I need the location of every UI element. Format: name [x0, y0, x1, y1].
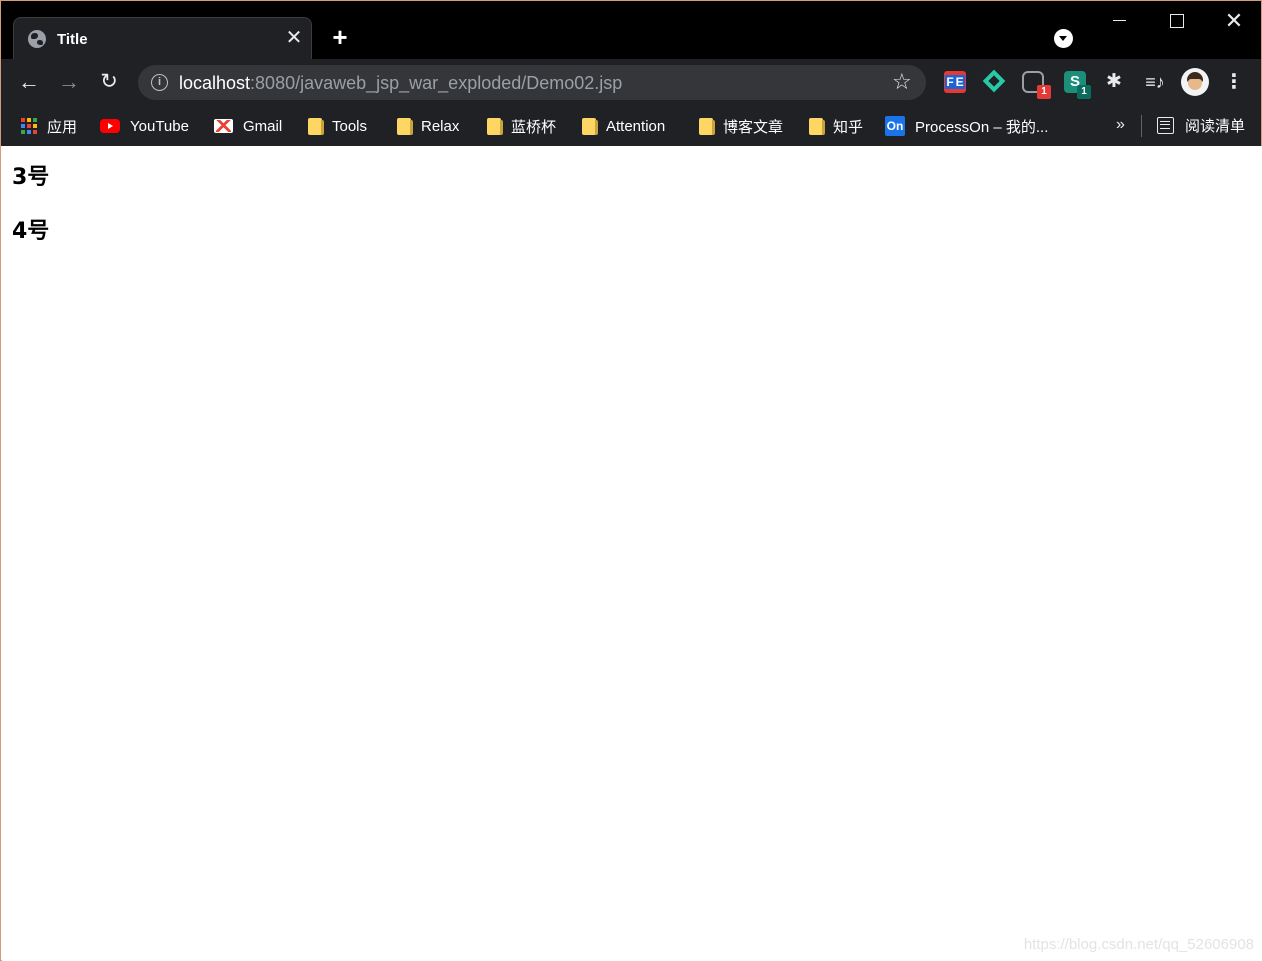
tab-title: Title	[57, 31, 88, 48]
maximize-button[interactable]	[1161, 9, 1191, 33]
new-tab-button[interactable]: +	[326, 23, 354, 51]
puzzle-extensions-icon[interactable]: ✱	[1103, 71, 1125, 93]
browser-window: Title ✕ + ✕ ← → ↻ i localhost:8080/javaw…	[0, 0, 1262, 961]
s-badge-count: 1	[1077, 85, 1091, 99]
address-bar[interactable]: i localhost:8080/javaweb_jsp_war_explode…	[138, 65, 926, 100]
fe-label-f: F	[945, 75, 955, 89]
bookmark-label: 知乎	[833, 118, 864, 136]
bookmark-folder-zhihu[interactable]: 知乎	[809, 115, 863, 137]
folder-icon	[809, 117, 825, 135]
back-button[interactable]: ←	[14, 67, 44, 97]
bookmark-folder-relax[interactable]: Relax	[397, 115, 459, 137]
youtube-icon	[100, 119, 120, 133]
fe-label-e: E	[954, 75, 965, 89]
bookmark-label: YouTube	[130, 117, 189, 135]
folder-icon	[308, 117, 324, 135]
tab-strip: Title ✕ + ✕	[1, 1, 1261, 60]
bookmark-folder-attention[interactable]: Attention	[582, 115, 665, 137]
folder-icon	[487, 117, 503, 135]
minimize-button[interactable]	[1105, 9, 1135, 33]
apps-grid-icon	[21, 118, 37, 134]
window-close-button[interactable]: ✕	[1219, 7, 1249, 35]
folder-icon	[699, 117, 715, 135]
bookmark-label: Gmail	[243, 117, 283, 135]
page-content: 3号 4号 https://blog.csdn.net/qq_52606908	[2, 146, 1262, 961]
reading-list-icon	[1157, 117, 1174, 134]
diamond-extension-icon[interactable]	[982, 69, 1006, 93]
bookmark-apps[interactable]: 应用	[21, 115, 77, 137]
reading-list-label: 阅读清单	[1185, 118, 1246, 135]
bookmark-gmail[interactable]: Gmail	[214, 115, 282, 137]
media-control-icon[interactable]: ≡♪	[1144, 71, 1166, 93]
url-host: localhost	[179, 73, 251, 93]
page-heading-4: 4号	[12, 219, 50, 244]
bookmark-label: 博客文章	[723, 118, 784, 136]
reading-list-button[interactable]: 阅读清单	[1157, 115, 1245, 136]
bookmark-youtube[interactable]: YouTube	[100, 115, 189, 137]
bookmarks-overflow-button[interactable]: »	[1116, 114, 1125, 136]
reload-button[interactable]: ↻	[94, 67, 124, 97]
tab-search-icon[interactable]	[1054, 29, 1073, 48]
kebab-menu-icon[interactable]: ⋮	[1223, 71, 1245, 93]
bookmark-label: Tools	[332, 117, 368, 135]
globe-icon	[28, 30, 46, 48]
processon-icon: On	[885, 116, 905, 136]
bookmark-folder-blog[interactable]: 博客文章	[699, 115, 783, 137]
tab-active[interactable]: Title ✕	[13, 17, 312, 60]
ghost-badge-count: 1	[1037, 85, 1051, 99]
folder-icon	[397, 117, 413, 135]
bookmark-label: 蓝桥杯	[511, 118, 557, 136]
bookmark-star-icon[interactable]: ☆	[892, 69, 912, 95]
url-text[interactable]: localhost:8080/javaweb_jsp_war_exploded/…	[179, 73, 622, 94]
profile-avatar[interactable]	[1181, 68, 1209, 96]
page-heading-3: 3号	[12, 165, 50, 190]
bookmark-folder-tools[interactable]: Tools	[308, 115, 367, 137]
bookmark-folder-lanqiao[interactable]: 蓝桥杯	[487, 115, 556, 137]
tab-close-icon[interactable]: ✕	[282, 26, 306, 50]
site-info-icon[interactable]: i	[151, 74, 168, 91]
fe-extension-icon[interactable]: FE	[944, 71, 966, 93]
bookmark-processon[interactable]: On ProcessOn – 我的...	[885, 115, 1048, 137]
bookmark-label: ProcessOn – 我的...	[915, 118, 1049, 136]
url-path: :8080/javaweb_jsp_war_exploded/Demo02.js…	[250, 73, 623, 93]
folder-icon	[582, 117, 598, 135]
watermark: https://blog.csdn.net/qq_52606908	[1023, 936, 1254, 953]
bookmark-label: 应用	[47, 118, 78, 136]
forward-button[interactable]: →	[54, 67, 84, 97]
bookmarks-bar: 应用 YouTube Gmail Tools Relax 蓝桥杯 Attenti…	[1, 106, 1261, 146]
toolbar: ← → ↻ i localhost:8080/javaweb_jsp_war_e…	[1, 59, 1261, 106]
bookmarks-divider	[1141, 115, 1142, 137]
bookmark-label: Relax	[421, 117, 460, 135]
bookmark-label: Attention	[606, 117, 666, 135]
gmail-icon	[214, 119, 233, 133]
